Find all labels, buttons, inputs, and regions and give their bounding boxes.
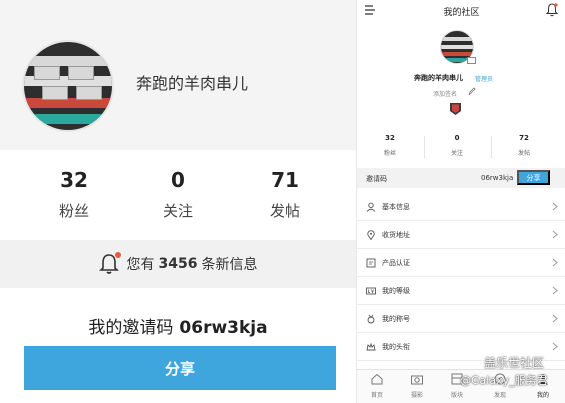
level-badge-icon: [450, 103, 461, 115]
list-item-label: 我的头衔: [382, 342, 410, 351]
stat-following[interactable]: 0 关注: [427, 134, 487, 157]
list-item-label: 我的等级: [382, 286, 410, 295]
invite-label: 我的邀请码: [88, 318, 174, 338]
chevron-right-icon: [552, 314, 558, 323]
stat-value: 0: [171, 168, 185, 192]
bell-icon: [98, 252, 121, 275]
chevron-right-icon: [552, 286, 558, 295]
stat-label: 粉丝: [383, 150, 396, 157]
list-item-label: 基本信息: [382, 202, 410, 211]
level-icon: [366, 287, 376, 294]
stat-value: 72: [519, 134, 529, 142]
camera-icon: [411, 375, 423, 385]
watermark-author: @Galaxy_服务君: [460, 374, 548, 387]
chevron-right-icon: [552, 202, 558, 211]
share-button[interactable]: 分享: [24, 346, 336, 390]
notice-prefix: 您有: [126, 257, 155, 273]
role-badge: 管理员: [475, 76, 494, 83]
list-item-level[interactable]: 我的等级: [357, 277, 565, 305]
username: 奔跑的羊肉串儿: [414, 74, 463, 82]
list-item-label: 我的称号: [382, 314, 410, 323]
notice-count: 3456: [158, 256, 198, 272]
home-icon: [371, 373, 383, 385]
tab-label: 版块: [450, 392, 463, 399]
list-item-label: 收货地址: [382, 230, 410, 239]
stat-value: 32: [385, 134, 395, 142]
chevron-right-icon: [552, 230, 558, 239]
stat-label: 发帖: [269, 202, 300, 220]
stat-posts[interactable]: 72 发帖: [494, 134, 554, 157]
list-item-certification[interactable]: 产品认证: [357, 249, 565, 277]
medal-icon: [367, 314, 375, 323]
notification-dot: [114, 252, 121, 258]
profile-header: 奔跑的羊肉串儿: [0, 0, 356, 150]
stat-label: 关注: [162, 202, 193, 220]
bell-icon[interactable]: [546, 3, 558, 17]
tab-label: 首页: [370, 392, 383, 399]
username: 奔跑的羊肉串儿: [136, 74, 249, 93]
signature-placeholder[interactable]: 添加签名: [433, 89, 457, 98]
list-item-title[interactable]: 我的称号: [357, 305, 565, 333]
user-icon: [366, 202, 376, 212]
invite-label: 邀请码: [366, 175, 387, 183]
invite-code-row: 邀请码 06rw3kja 分享: [357, 168, 565, 188]
list-item-label: 产品认证: [382, 258, 410, 267]
list-item-address[interactable]: 收货地址: [357, 221, 565, 249]
stat-following[interactable]: 0 关注: [138, 168, 218, 221]
page-title: 我的社区: [443, 7, 480, 18]
profile-panel-large: 奔跑的羊肉串儿 32 粉丝 0 关注 71 发帖 您有 3456 条新信息 我的…: [0, 0, 356, 403]
invite-code: 06rw3kja: [179, 318, 268, 338]
tab-label: 摄影: [410, 392, 423, 399]
notice-suffix: 条新信息: [201, 257, 258, 273]
phone-screen: 我的社区 奔跑的羊肉串儿 管理员 添加签名 32 粉丝 0 关注 72 发帖 邀…: [356, 0, 565, 403]
invite-code-line: 我的邀请码 06rw3kja: [0, 313, 356, 338]
tab-label: 我的: [536, 392, 549, 399]
stat-value: 0: [454, 134, 460, 142]
share-button[interactable]: 分享: [517, 170, 550, 185]
new-messages-notice[interactable]: 您有 3456 条新信息: [0, 240, 356, 288]
invite-code: 06rw3kja: [481, 174, 514, 182]
list-item-basic-info[interactable]: 基本信息: [357, 193, 565, 221]
menu-icon[interactable]: [364, 4, 376, 16]
stat-label: 发帖: [517, 150, 530, 157]
top-bar: 我的社区: [357, 0, 565, 22]
tab-label: 发现: [493, 392, 506, 399]
settings-list: 基本信息 收货地址 产品认证 我的等级 我的称号 我的头衔: [357, 193, 565, 361]
stat-followers[interactable]: 32 粉丝: [360, 134, 420, 157]
stat-label: 粉丝: [58, 202, 89, 220]
stat-posts[interactable]: 71 发帖: [245, 168, 325, 221]
stat-followers[interactable]: 32 粉丝: [34, 168, 114, 221]
divider: [424, 136, 425, 158]
certificate-icon: [366, 258, 376, 267]
chevron-right-icon: [552, 258, 558, 267]
divider: [491, 136, 492, 158]
pencil-icon[interactable]: [468, 87, 476, 96]
watermark-community: 盖乐世社区: [484, 356, 545, 370]
location-icon: [367, 229, 375, 240]
avatar[interactable]: [22, 40, 114, 132]
stat-value: 71: [271, 168, 299, 192]
stats-row: 32 粉丝 0 关注 71 发帖: [0, 168, 356, 228]
chevron-right-icon: [552, 342, 558, 351]
tab-home[interactable]: 首页: [357, 372, 397, 399]
headframe-icon: [366, 342, 376, 350]
tab-photography[interactable]: 摄影: [397, 372, 437, 399]
stat-value: 32: [60, 168, 88, 192]
stat-label: 关注: [450, 150, 463, 157]
camera-icon[interactable]: [467, 57, 476, 64]
stats-row: 32 粉丝 0 关注 72 发帖: [357, 134, 565, 164]
